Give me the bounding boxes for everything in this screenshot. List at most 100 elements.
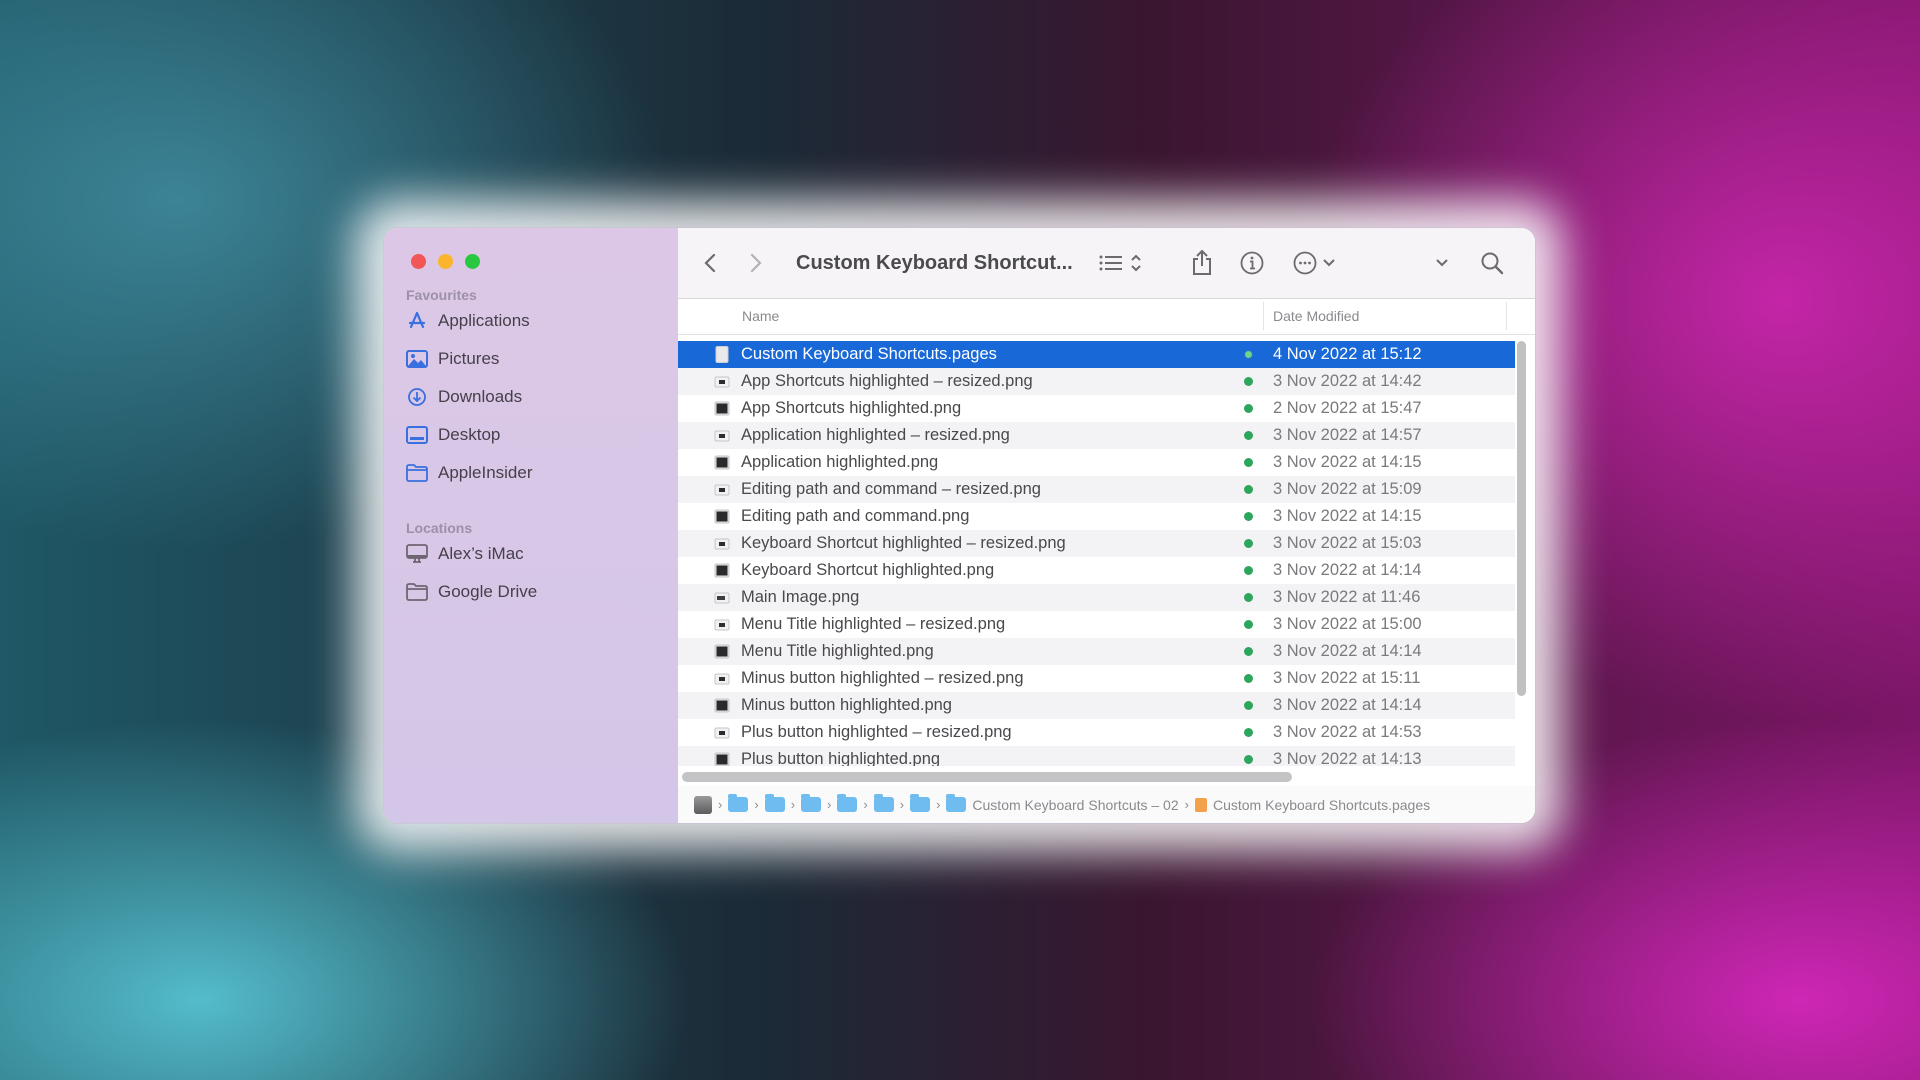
vertical-scroll-thumb[interactable] <box>1517 341 1526 696</box>
pages-document-icon <box>1194 797 1207 812</box>
folder-icon <box>837 794 858 812</box>
sidebar-item-desktop[interactable]: Desktop <box>406 421 500 449</box>
more-actions-button[interactable] <box>1293 228 1335 298</box>
file-row[interactable]: Application highlighted – resized.png 3 N… <box>678 422 1515 449</box>
sidebar-item-label: AppleInsider <box>438 463 533 482</box>
close-button[interactable] <box>411 254 426 269</box>
chevron-down-icon <box>1323 259 1335 267</box>
share-button[interactable] <box>1191 228 1213 298</box>
path-crumb[interactable]: Custom Keyboard Shortcuts – 02 › <box>946 794 1195 813</box>
file-name: Keyboard Shortcut highlighted.png <box>741 561 995 579</box>
file-row[interactable]: Plus button highlighted – resized.png 3 N… <box>678 719 1515 746</box>
sidebar-item-label: Alex’s iMac <box>438 544 524 563</box>
image-file-icon <box>714 400 730 417</box>
path-crumb[interactable]: › <box>728 794 764 812</box>
search-button[interactable] <box>1480 228 1504 298</box>
sidebar-item-google-drive[interactable]: Google Drive <box>406 578 537 606</box>
sidebar-item-label: Downloads <box>438 387 523 406</box>
minimize-button[interactable] <box>438 254 453 269</box>
file-name: App Shortcuts highlighted – resized.png <box>741 372 1033 390</box>
chevron-right-icon: › <box>790 797 796 812</box>
view-options-button[interactable] <box>1099 228 1141 298</box>
sync-status-icon <box>1244 566 1253 575</box>
back-button[interactable] <box>702 228 718 298</box>
sync-status-icon <box>1244 755 1253 764</box>
path-crumb[interactable]: › <box>910 794 946 812</box>
path-crumb[interactable]: › <box>837 794 873 812</box>
file-date-modified: 3 Nov 2022 at 11:46 <box>1273 588 1421 606</box>
column-divider[interactable] <box>1506 302 1507 330</box>
sidebar-item-alexs-imac[interactable]: Alex’s iMac <box>406 540 524 568</box>
sync-status-icon <box>1244 647 1253 656</box>
file-name: Application highlighted.png <box>741 453 939 471</box>
image-file-icon <box>714 481 730 498</box>
file-row[interactable]: Editing path and command – resized.png 3 … <box>678 476 1515 503</box>
file-row[interactable]: App Shortcuts highlighted.png 2 Nov 2022 … <box>678 395 1515 422</box>
sidebar-item-pictures[interactable]: Pictures <box>406 345 499 373</box>
file-name: App Shortcuts highlighted.png <box>741 399 962 417</box>
path-crumb[interactable]: › <box>764 794 801 812</box>
file-row[interactable]: Editing path and command.png 3 Nov 2022 a… <box>678 503 1515 530</box>
file-row[interactable]: Plus button highlighted.png 3 Nov 2022 at… <box>678 746 1515 766</box>
file-row[interactable]: Keyboard Shortcut highlighted – resized.… <box>678 530 1515 557</box>
file-row[interactable]: Custom Keyboard Shortcuts.pages 4 Nov 202… <box>678 341 1515 368</box>
path-crumb[interactable]: › <box>694 795 728 814</box>
path-crumb[interactable]: Custom Keyboard Shortcuts.pages <box>1194 797 1430 813</box>
image-file-icon <box>714 373 730 390</box>
applications-icon <box>406 310 428 332</box>
zoom-button[interactable] <box>465 254 480 269</box>
image-file-icon <box>714 670 730 687</box>
list-view-icon <box>1099 255 1122 271</box>
sidebar-item-appleinsider[interactable]: AppleInsider <box>406 459 533 487</box>
finder-window: Favourites Applications Pictures Downloa… <box>384 228 1535 823</box>
file-name: Custom Keyboard Shortcuts.pages <box>741 345 997 363</box>
file-date-modified: 3 Nov 2022 at 14:14 <box>1273 696 1422 714</box>
column-header-name[interactable]: Name <box>742 308 779 324</box>
image-file-icon <box>714 697 730 714</box>
chevron-right-icon: › <box>827 797 832 812</box>
file-row[interactable]: Keyboard Shortcut highlighted.png 3 Nov 2… <box>678 557 1515 584</box>
sidebar-item-applications[interactable]: Applications <box>406 307 530 335</box>
file-name: Plus button highlighted – resized.png <box>741 723 1012 741</box>
image-file-icon <box>714 562 730 579</box>
file-date-modified: 4 Nov 2022 at 15:12 <box>1273 345 1422 363</box>
path-crumb[interactable]: › <box>873 794 910 812</box>
file-row[interactable]: Main Image.png 3 Nov 2022 at 11:46 <box>678 584 1515 611</box>
file-row[interactable]: Minus button highlighted – resized.png 3 … <box>678 665 1515 692</box>
pages-document-icon <box>714 346 730 363</box>
file-row[interactable]: Application highlighted.png 3 Nov 2022 at… <box>678 449 1515 476</box>
toolbar-overflow-button[interactable] <box>1436 228 1448 298</box>
image-file-icon <box>714 616 730 633</box>
file-date-modified: 3 Nov 2022 at 14:14 <box>1273 642 1422 660</box>
horizontal-scroll-thumb[interactable] <box>682 772 1292 782</box>
image-file-icon <box>714 454 730 471</box>
sort-toggle-icon <box>1131 254 1141 272</box>
sidebar-item-label: Google Drive <box>438 582 538 601</box>
file-date-modified: 3 Nov 2022 at 15:00 <box>1273 615 1422 633</box>
sync-status-icon <box>1244 674 1253 683</box>
image-file-icon <box>714 751 730 766</box>
path-crumb[interactable]: › <box>801 794 837 812</box>
forward-button[interactable] <box>748 228 764 298</box>
file-name: Editing path and command – resized.png <box>741 480 1041 498</box>
file-name: Editing path and command.png <box>741 507 970 525</box>
info-button[interactable] <box>1240 228 1264 298</box>
vertical-scrollbar[interactable] <box>1516 341 1528 779</box>
horizontal-scrollbar[interactable] <box>678 766 1535 787</box>
sidebar-section-locations: Locations <box>406 520 473 536</box>
sidebar-item-downloads[interactable]: Downloads <box>406 383 522 411</box>
file-row[interactable]: Minus button highlighted.png 3 Nov 2022 a… <box>678 692 1515 719</box>
column-header-date-modified[interactable]: Date Modified <box>1273 308 1359 324</box>
image-file-icon <box>714 643 730 660</box>
file-date-modified: 3 Nov 2022 at 14:15 <box>1273 453 1422 471</box>
image-file-icon <box>714 427 730 444</box>
file-row[interactable]: Menu Title highlighted.png 3 Nov 2022 at … <box>678 638 1515 665</box>
sidebar: Favourites Applications Pictures Downloa… <box>384 228 678 823</box>
column-headers: Name Date Modified <box>678 298 1535 335</box>
info-icon <box>1240 251 1264 275</box>
column-divider[interactable] <box>1263 302 1264 330</box>
chevron-right-icon: › <box>899 797 905 812</box>
file-date-modified: 3 Nov 2022 at 14:13 <box>1273 750 1422 766</box>
file-row[interactable]: App Shortcuts highlighted – resized.png 3… <box>678 368 1515 395</box>
file-row[interactable]: Menu Title highlighted – resized.png 3 No… <box>678 611 1515 638</box>
